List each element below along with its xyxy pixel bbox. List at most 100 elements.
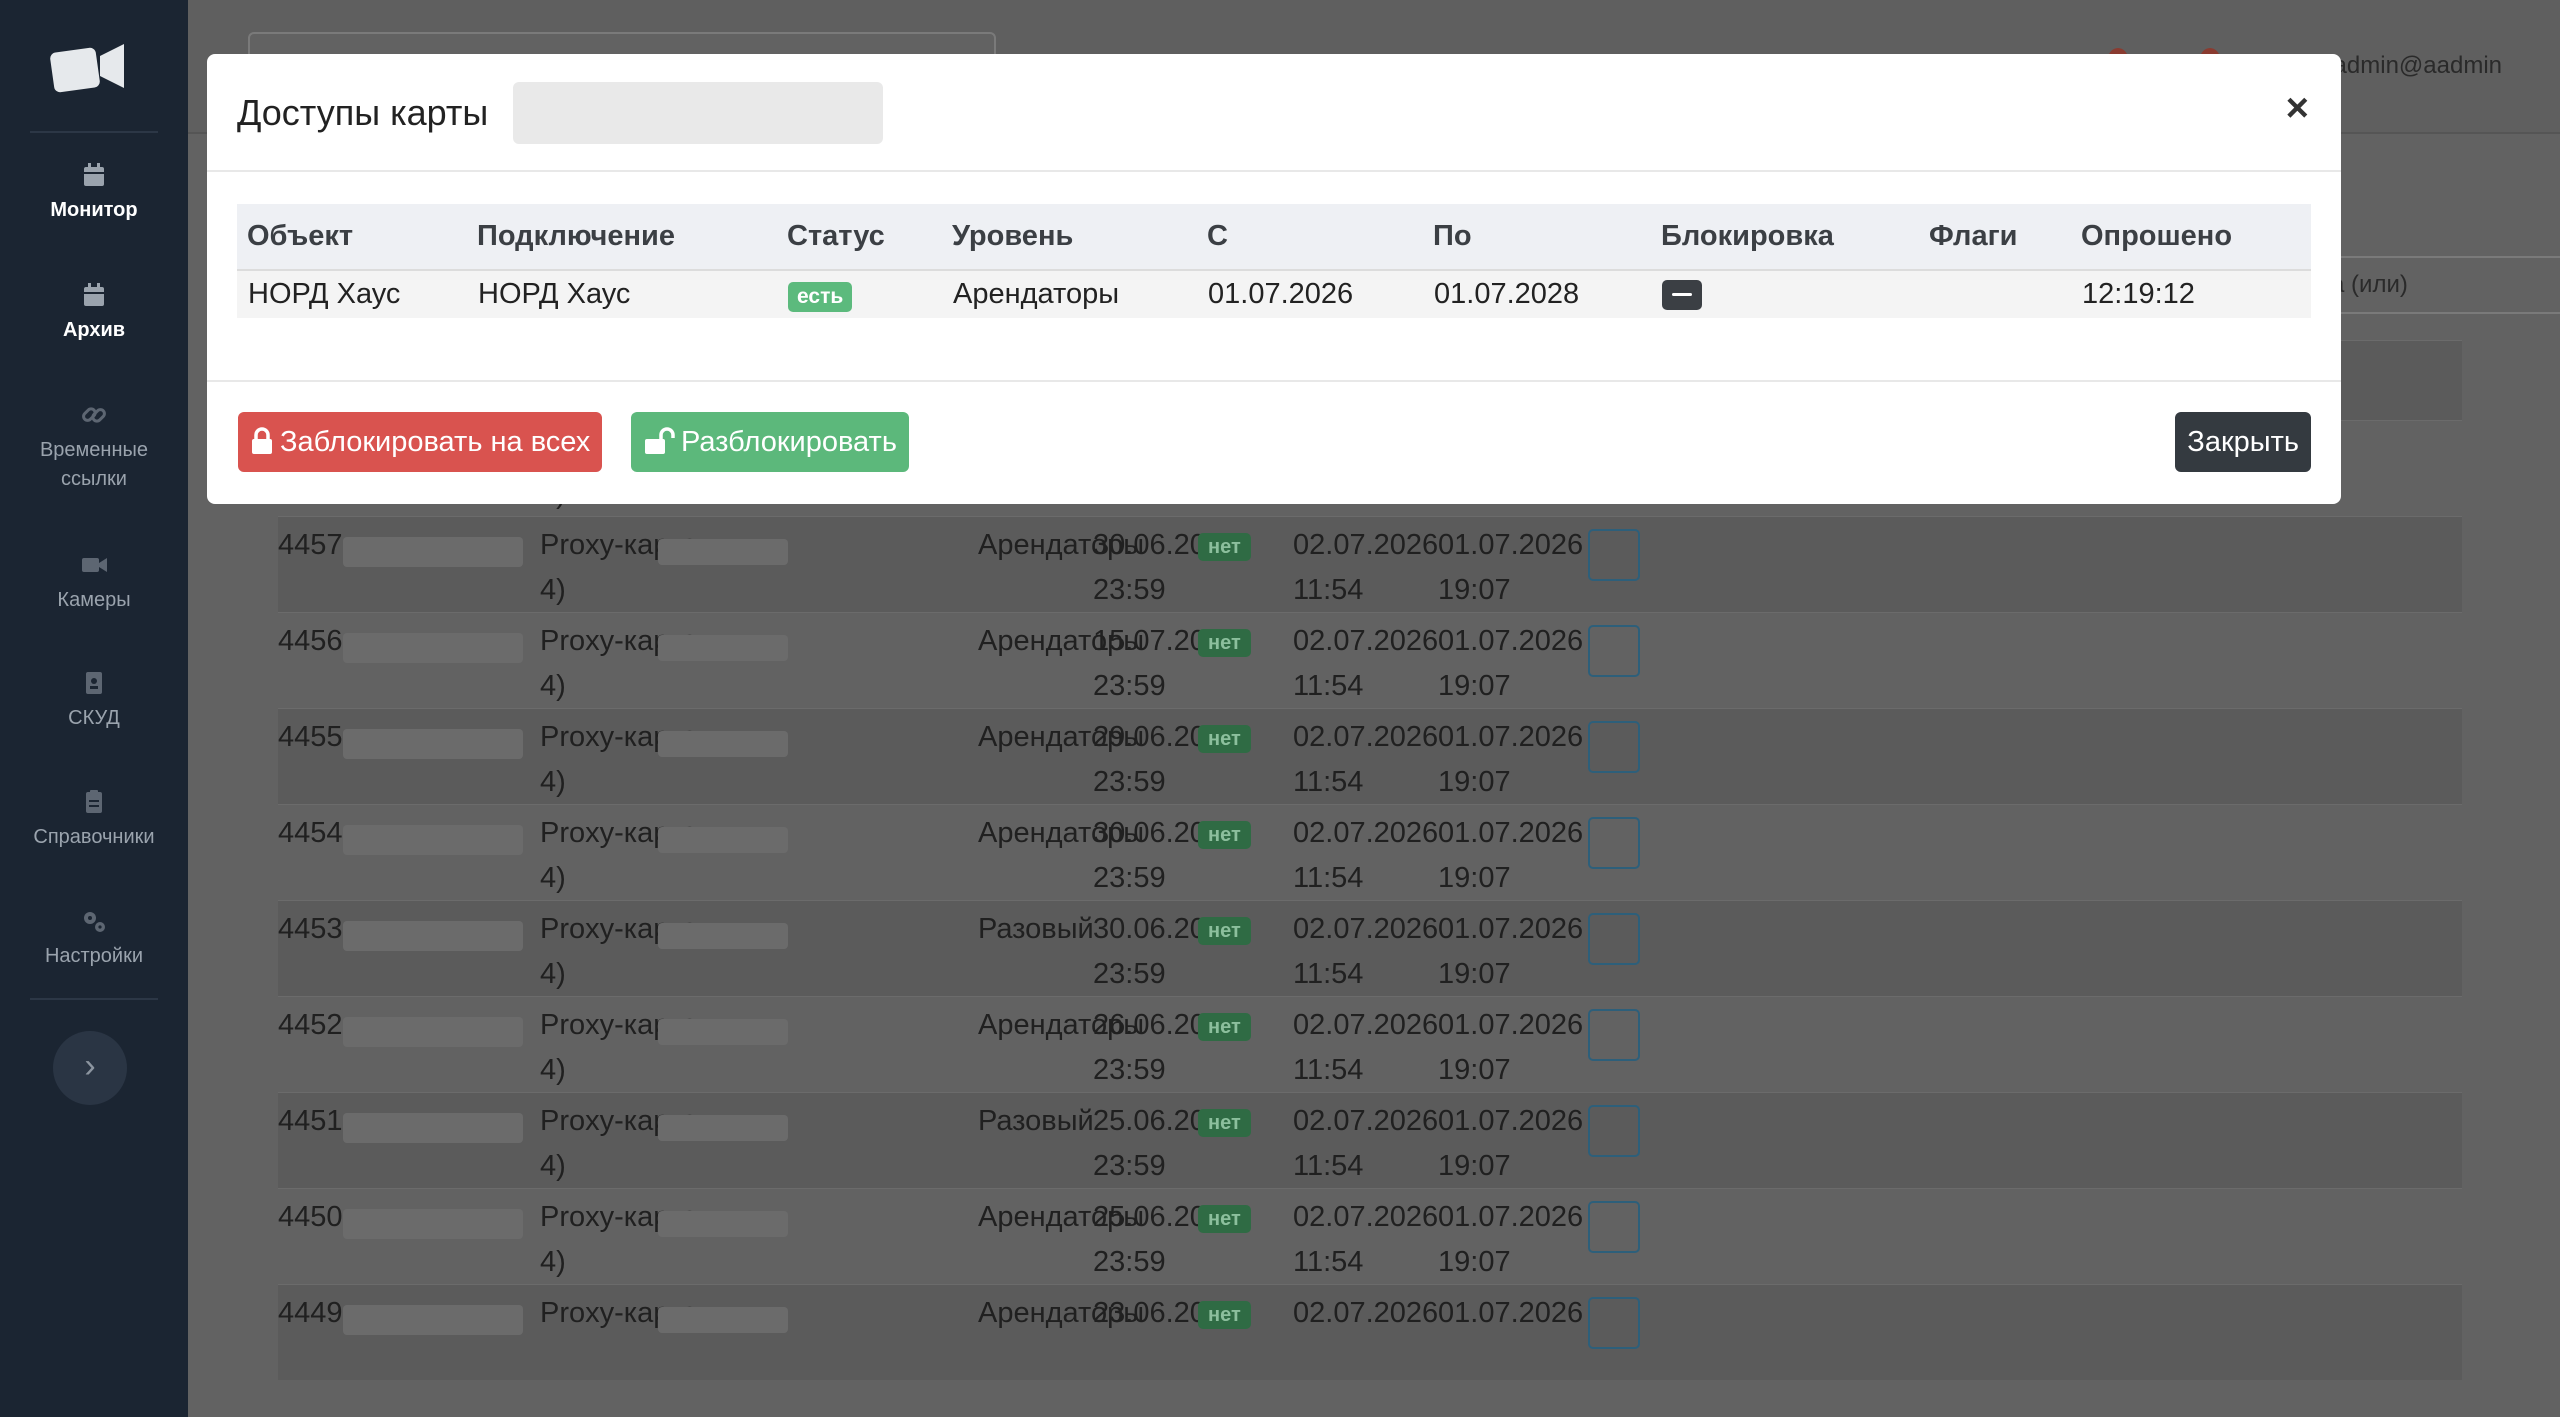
calendar-icon: [84, 283, 104, 306]
shield-icon[interactable]: [1588, 1105, 1640, 1157]
cell-type: Proxy-карта 4): [540, 913, 698, 990]
sidebar-item-label: Камеры: [57, 589, 131, 611]
column-header: По: [1423, 204, 1651, 271]
redacted-card-number: [343, 921, 523, 951]
access-table: Объект Подключение Статус Уровень С По Б…: [237, 204, 2311, 318]
cell-updated: 02.07.2026 11:54: [1293, 625, 1439, 702]
blocked-badge: нет: [1198, 629, 1251, 657]
sidebar-divider: [30, 131, 158, 133]
cell-type: Proxy-карта 4): [540, 817, 698, 894]
block-all-button[interactable]: Заблокировать на всех: [238, 412, 603, 472]
camera-icon: [82, 558, 107, 572]
table-row: 4456 Proxy-карта 4) Арендаторы 15.07.2026 2…: [278, 612, 2462, 708]
cell-updated: 02.07.2026 11:54: [1293, 1105, 1439, 1182]
cell-connection: НОРД Хаус: [467, 270, 777, 318]
cell-type: Proxy-карта 4): [540, 721, 698, 798]
cell-updated: 02.07.2026 11:54: [1293, 721, 1439, 798]
close-button[interactable]: Закрыть: [2175, 412, 2311, 472]
cell-polled: 01.07.2026 19:07: [1438, 913, 1584, 990]
redacted-card-number: [343, 537, 523, 567]
table-header-row: Объект Подключение Статус Уровень С По Б…: [237, 204, 2311, 271]
unlock-icon: [645, 427, 675, 454]
cell-polled: 01.07.2026: [1438, 1297, 1584, 1329]
column-header: Опрошено: [2071, 204, 2311, 271]
cell-polled: 01.07.2026 19:07: [1438, 817, 1584, 894]
cell-level: Разовый: [978, 913, 1094, 945]
redacted-owner: [658, 923, 788, 949]
cell-polled: 01.07.2026 19:07: [1438, 1201, 1584, 1278]
table-row: 4452 Proxy-карта 4) Арендаторы 26.06.2028 2…: [278, 996, 2462, 1092]
table-row: 4453 Proxy-карта 4) Разовый 30.06.2029 23:5…: [278, 900, 2462, 996]
table-row: НОРД Хаус НОРД Хаус есть Арендаторы 01.0…: [237, 270, 2311, 318]
cell-block: [1651, 270, 1919, 318]
shield-icon[interactable]: [1588, 1201, 1640, 1253]
sidebar-divider: [30, 998, 158, 1000]
redacted-card-number: [343, 633, 523, 663]
cell-id: 4450: [278, 1201, 343, 1233]
redacted-card-number: [343, 729, 523, 759]
unblock-button[interactable]: Разблокировать: [631, 412, 909, 472]
blocked-badge: нет: [1198, 917, 1251, 945]
column-header: Уровень: [942, 204, 1197, 271]
cell-updated: 02.07.2026 11:54: [1293, 1201, 1439, 1278]
cell-id: 4457: [278, 529, 343, 561]
shield-icon[interactable]: [1588, 721, 1640, 773]
cell-level: Арендаторы: [942, 270, 1197, 318]
modal-title: Доступы карты: [237, 92, 489, 133]
redacted-owner: [658, 1307, 788, 1333]
sidebar-item-references[interactable]: Справочники: [0, 787, 188, 852]
redacted-owner: [658, 731, 788, 757]
cell-object: НОРД Хаус: [237, 270, 467, 318]
block-toggle[interactable]: [1662, 280, 1702, 311]
card-access-modal: Доступы карты × Объект Подключение Стату…: [207, 54, 2341, 504]
sidebar-expand-button[interactable]: ›: [53, 1031, 127, 1105]
shield-icon[interactable]: [1588, 529, 1640, 581]
column-header: Флаги: [1919, 204, 2071, 271]
shield-icon[interactable]: [1588, 817, 1640, 869]
logo-icon: [50, 44, 124, 93]
sidebar-item-archive[interactable]: Архив: [0, 280, 188, 345]
sidebar-item-cameras[interactable]: Камеры: [0, 550, 188, 615]
sidebar-item-skud[interactable]: СКУД: [0, 668, 188, 733]
blocked-badge: нет: [1198, 821, 1251, 849]
cell-id: 4452: [278, 1009, 343, 1041]
lock-icon: [252, 427, 272, 454]
column-header: Статус: [777, 204, 942, 271]
badge-icon: [86, 672, 102, 694]
sidebar-item-label: Временные ссылки: [39, 439, 149, 490]
blocked-badge: нет: [1198, 533, 1251, 561]
cell-type: Proxy-карта 4): [540, 1105, 698, 1182]
sidebar-item-label: СКУД: [68, 707, 120, 729]
shield-icon[interactable]: [1588, 1297, 1640, 1349]
gears-icon: [84, 912, 105, 932]
cell-status: есть: [777, 270, 942, 318]
cell-id: 4449: [278, 1297, 343, 1329]
table-row: 4455 Proxy-карта 4) Арендаторы 29.06.2029 2…: [278, 708, 2462, 804]
cell-id: 4455: [278, 721, 343, 753]
column-header: Блокировка: [1651, 204, 1919, 271]
redacted-owner: [658, 1211, 788, 1237]
sidebar-item-temp-links[interactable]: Временные ссылки: [0, 400, 188, 494]
blocked-badge: нет: [1198, 1013, 1251, 1041]
sidebar-item-label: Монитор: [50, 199, 138, 221]
cell-polled: 01.07.2026 19:07: [1438, 1009, 1584, 1086]
cell-to: 01.07.2028: [1423, 270, 1651, 318]
sidebar-item-monitor[interactable]: Монитор: [0, 160, 188, 225]
cell-polled: 01.07.2026 19:07: [1438, 529, 1584, 606]
blocked-badge: нет: [1198, 1301, 1251, 1329]
column-header: С: [1197, 204, 1423, 271]
cell-from: 01.07.2026: [1197, 270, 1423, 318]
sidebar-item-settings[interactable]: Настройки: [0, 906, 188, 971]
cell-updated: 02.07.2026 11:54: [1293, 913, 1439, 990]
blocked-badge: нет: [1198, 1205, 1251, 1233]
close-icon[interactable]: ×: [2286, 88, 2309, 128]
sidebar-item-label: Справочники: [33, 826, 155, 848]
cell-polled: 01.07.2026 19:07: [1438, 625, 1584, 702]
user-menu[interactable]: admin@aadmin: [2334, 52, 2502, 80]
redacted-owner: [658, 1019, 788, 1045]
shield-icon[interactable]: [1588, 625, 1640, 677]
shield-icon[interactable]: [1588, 1009, 1640, 1061]
shield-icon[interactable]: [1588, 913, 1640, 965]
redacted-card-number: [343, 1305, 523, 1335]
table-row: 4450 Proxy-карта 4) Арендаторы 25.06.2029 2…: [278, 1188, 2462, 1284]
